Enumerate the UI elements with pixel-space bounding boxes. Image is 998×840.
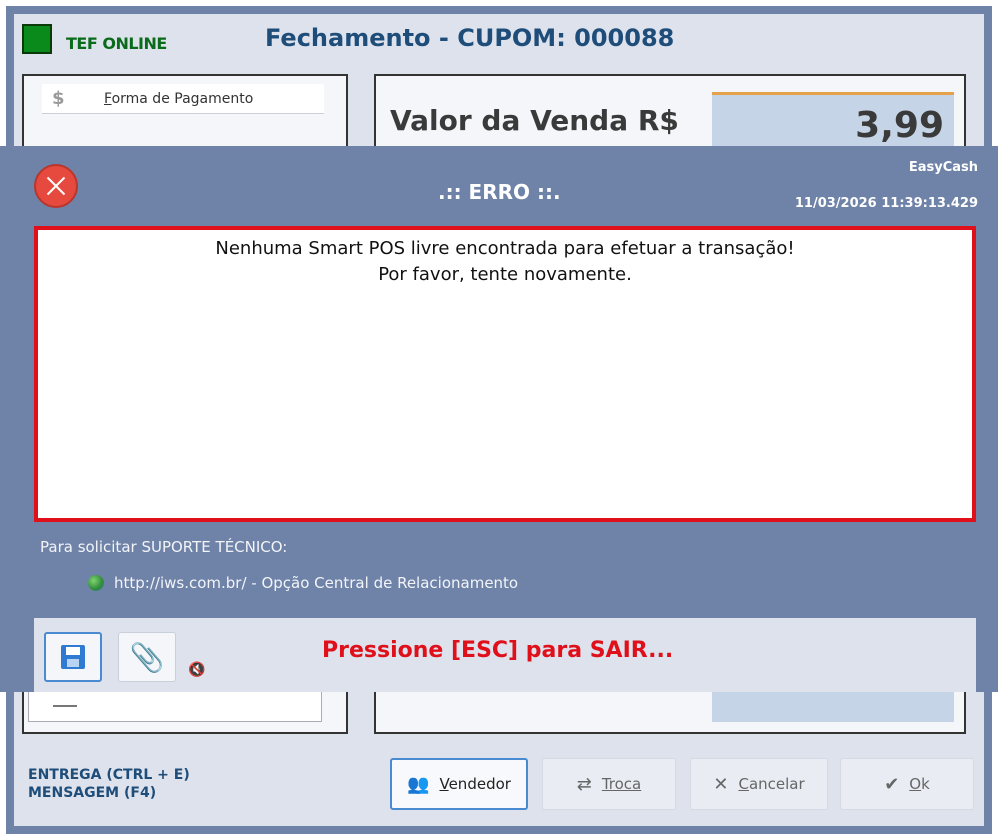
vendedor-button[interactable]: 👥 Vendedor [390,758,528,810]
error-message-box: Nenhuma Smart POS livre encontrada para … [34,226,976,522]
cancelar-button[interactable]: ✕ Cancelar [690,758,828,810]
exchange-icon: ⇄ [576,773,592,795]
timestamp: 11/03/2026 11:39:13.429 [794,196,978,211]
sale-value: 3,99 [855,105,944,146]
shortcut-delivery[interactable]: ENTREGA (CTRL + E) [28,766,190,784]
error-icon [34,164,78,208]
tef-status-indicator [22,24,52,54]
error-message-line-1: Nenhuma Smart POS livre encontrada para … [215,238,795,259]
page-title: Fechamento - CUPOM: 000088 [265,24,675,52]
ok-button[interactable]: ✔ Ok [840,758,974,810]
floppy-icon [61,645,85,669]
error-dialog: .:: ERRO ::. EasyCash 11/03/2026 11:39:1… [0,146,998,692]
shortcut-message[interactable]: MENSAGEM (F4) [28,784,190,802]
people-icon: 👥 [407,773,430,795]
support-label: Para solicitar SUPORTE TÉCNICO: [40,538,288,556]
dialog-footer: 📎 🔇 Pressione [ESC] para SAIR... [34,618,976,692]
support-link[interactable]: http://iws.com.br/ - Opção Central de Re… [88,574,518,592]
save-button[interactable] [44,632,102,682]
dash-placeholder [53,705,77,707]
globe-icon [88,575,104,591]
support-link-text[interactable]: http://iws.com.br/ - Opção Central de Re… [114,574,518,592]
shortcut-hints: ENTREGA (CTRL + E) MENSAGEM (F4) [28,766,190,802]
sale-value-box: 3,99 [712,92,954,152]
troca-button[interactable]: ⇄ Troca [542,758,676,810]
close-icon: ✕ [713,773,729,795]
dialog-title: .:: ERRO ::. [438,180,561,204]
mute-icon[interactable]: 🔇 [188,662,205,678]
brand-label: EasyCash [908,160,978,175]
payment-method-header[interactable]: $ Forma de Pagamento [42,84,324,114]
attach-button[interactable]: 📎 [118,632,176,682]
esc-instruction: Pressione [ESC] para SAIR... [322,638,674,663]
error-message-line-2: Por favor, tente novamente. [378,264,632,285]
dollar-icon: $ [52,88,65,109]
tef-status-label: TEF ONLINE [66,34,167,53]
check-icon: ✔ [884,773,900,795]
paperclip-icon: 📎 [129,640,165,674]
payment-method-label: Forma de Pagamento [104,91,254,107]
sale-value-label: Valor da Venda R$ [390,104,679,137]
